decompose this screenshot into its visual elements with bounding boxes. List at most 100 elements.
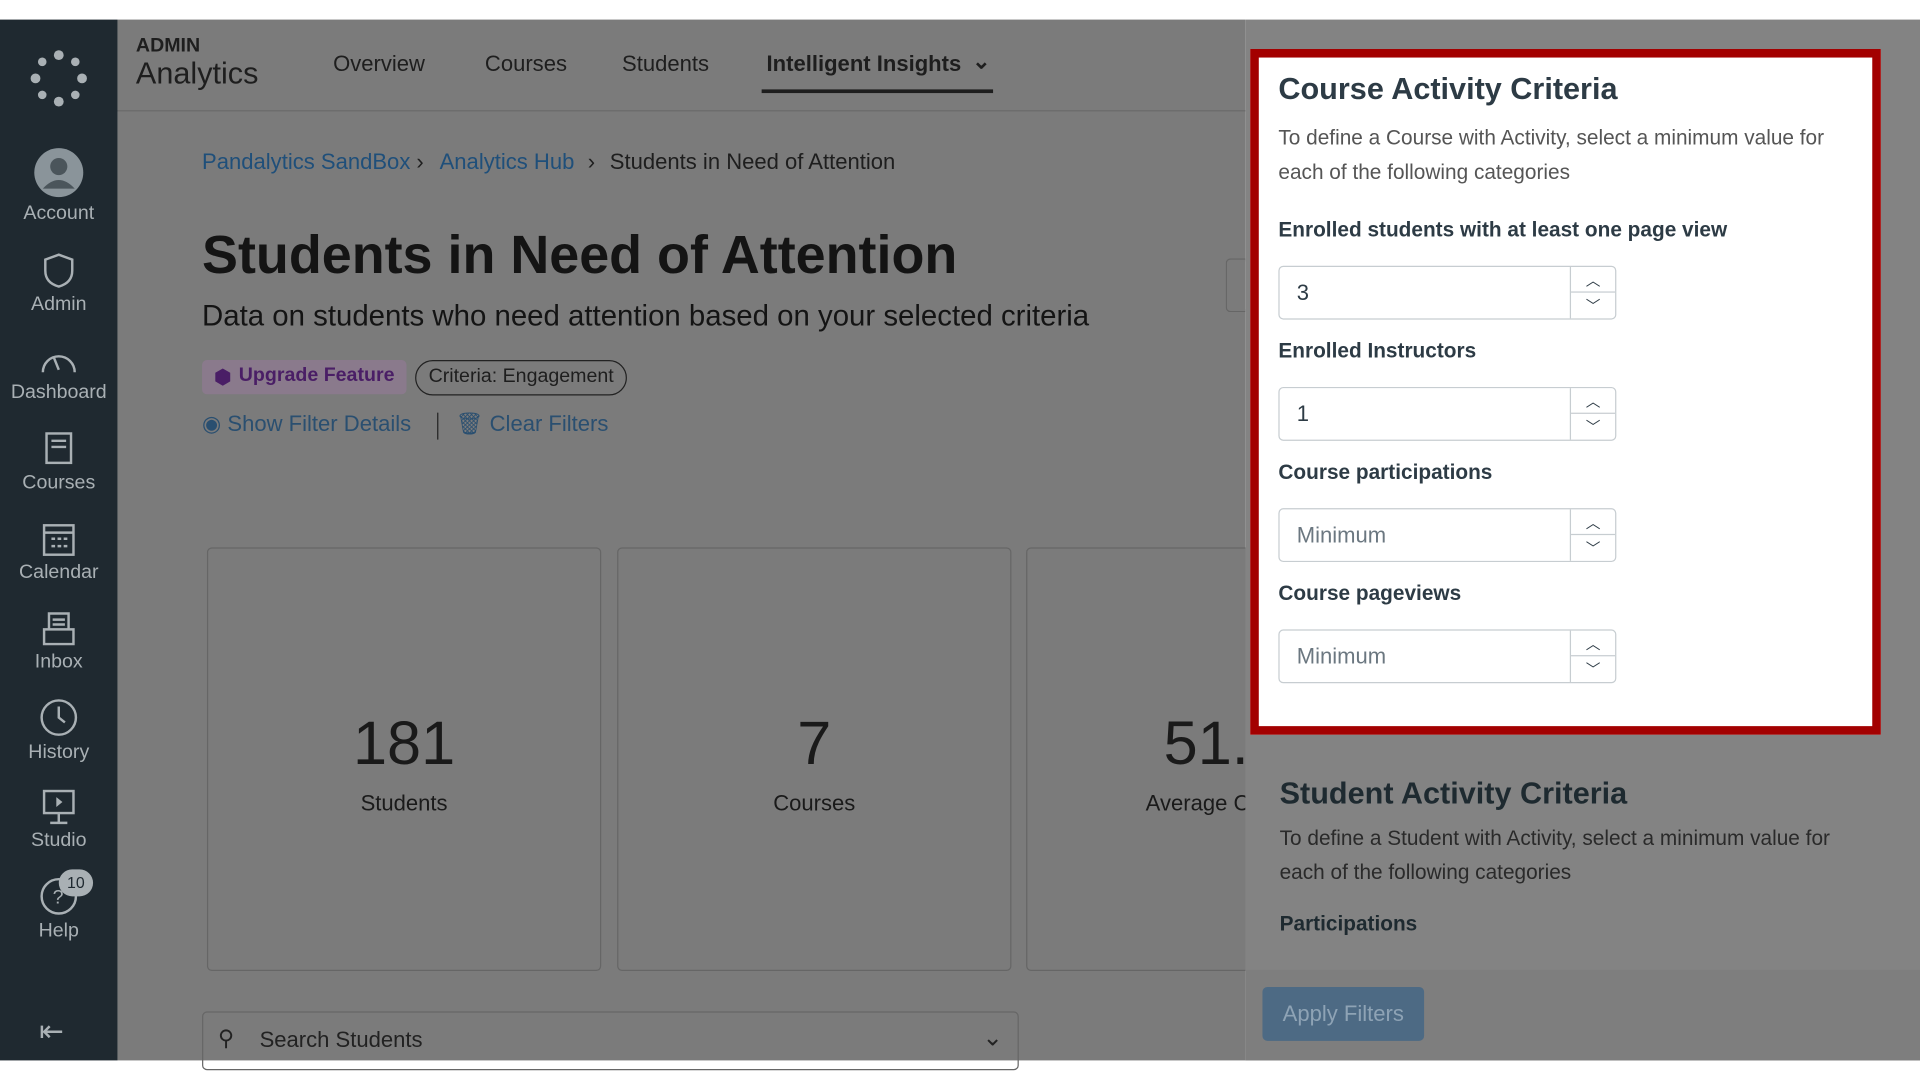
- breadcrumb-separator: ›: [416, 149, 424, 174]
- nav-inbox[interactable]: Inbox: [0, 610, 118, 674]
- inbox-icon: [42, 612, 75, 646]
- course-activity-criteria: Course Activity Criteria To define a Cou…: [1250, 48, 1881, 735]
- clock-icon: [40, 699, 78, 736]
- breadcrumb-separator: ›: [587, 149, 596, 174]
- nav-admin[interactable]: Admin: [0, 252, 118, 316]
- shield-icon: [44, 253, 74, 288]
- section-title: Course Activity Criteria: [1278, 72, 1618, 107]
- nav-label: Calendar: [19, 562, 99, 583]
- main-content: ADMIN Analytics Overview Courses Student…: [117, 19, 1421, 1071]
- eye-icon: ◉: [202, 411, 228, 436]
- show-filter-details-link[interactable]: ◉ Show Filter Details: [202, 411, 411, 437]
- link-label: Show Filter Details: [227, 411, 412, 436]
- criteria-pill[interactable]: Criteria: Engagement: [415, 360, 628, 396]
- nav-studio[interactable]: Studio: [0, 789, 118, 853]
- stat-value: 7: [797, 708, 832, 778]
- badge-label: Upgrade Feature: [238, 364, 395, 386]
- section-title: Student Activity Criteria: [1279, 776, 1628, 811]
- number-input[interactable]: ︿﹀: [1278, 629, 1617, 684]
- global-nav-sidebar: Account Admin Dashboard Courses Calendar…: [0, 19, 118, 1061]
- tab-intelligent-insights[interactable]: Intelligent Insights ⌄: [761, 48, 994, 94]
- canvas-logo-icon[interactable]: [29, 49, 88, 114]
- stepper[interactable]: ︿ ﹀: [1569, 630, 1616, 683]
- search-icon: ⚲: [217, 1026, 235, 1051]
- chevron-down-icon[interactable]: ﹀: [1571, 656, 1615, 682]
- number-field[interactable]: [1279, 266, 1569, 319]
- field-label: Course participations: [1278, 460, 1493, 484]
- search-placeholder: Search Students: [259, 1027, 423, 1052]
- admin-label: ADMIN: [135, 35, 201, 57]
- shield-icon: ⬢: [214, 367, 232, 389]
- nav-label: Help: [38, 920, 79, 942]
- number-field[interactable]: [1279, 509, 1569, 561]
- tab-label: Intelligent Insights: [766, 51, 962, 76]
- stat-value: 181: [353, 708, 456, 778]
- stat-label: Students: [360, 791, 448, 816]
- panel-toggle[interactable]: [1225, 258, 1246, 313]
- field-label: Enrolled Instructors: [1278, 339, 1477, 363]
- avatar-icon: [34, 148, 84, 198]
- stat-label: Courses: [773, 791, 856, 816]
- panel-footer: Apply Filters: [1245, 969, 1920, 1061]
- chevron-down-icon[interactable]: ﹀: [1571, 293, 1615, 319]
- stat-card-students: 181 Students: [206, 547, 602, 972]
- field-label: Enrolled students with at least one page…: [1278, 217, 1728, 242]
- number-field[interactable]: [1279, 630, 1569, 683]
- nav-label: Inbox: [34, 651, 83, 673]
- student-activity-criteria: Student Activity Criteria To define a St…: [1280, 776, 1868, 936]
- nav-account[interactable]: Account: [0, 147, 118, 225]
- help-badge: 10: [58, 869, 94, 897]
- trash-icon: 🗑: [455, 411, 490, 436]
- section-desc: To define a Student with Activity, selec…: [1279, 826, 1830, 885]
- calendar-icon: [42, 524, 75, 556]
- number-field[interactable]: [1279, 388, 1569, 440]
- nav-label: Courses: [22, 472, 96, 494]
- nav-label: Admin: [30, 293, 87, 315]
- section-desc: To define a Course with Activity, select…: [1278, 126, 1825, 184]
- nav-label: Account: [23, 203, 95, 225]
- top-nav: ADMIN Analytics Overview Courses Student…: [117, 20, 1246, 112]
- chevron-down-icon[interactable]: ﹀: [1571, 535, 1615, 561]
- breadcrumb-link[interactable]: Analytics Hub: [440, 149, 575, 175]
- chevron-down-icon[interactable]: ﹀: [1571, 414, 1615, 440]
- clear-filters-link[interactable]: 🗑 Clear Filters: [456, 411, 609, 437]
- nav-history[interactable]: History: [0, 698, 118, 764]
- chevron-up-icon[interactable]: ︿: [1571, 267, 1616, 293]
- link-label: Clear Filters: [489, 411, 609, 436]
- search-students-combobox[interactable]: ⚲ Search Students ⌄: [202, 1011, 1019, 1071]
- tab-students[interactable]: Students: [622, 51, 709, 77]
- field-label: Participations: [1279, 912, 1418, 936]
- stepper[interactable]: ︿ ﹀: [1569, 266, 1616, 319]
- stat-card-courses: 7 Courses: [617, 547, 1012, 972]
- breadcrumb-link[interactable]: Pandalytics SandBox: [202, 149, 410, 175]
- chevron-up-icon[interactable]: ︿: [1571, 388, 1616, 414]
- chevron-up-icon[interactable]: ︿: [1571, 509, 1616, 536]
- chevron-up-icon[interactable]: ︿: [1571, 631, 1616, 657]
- number-input[interactable]: ︿﹀: [1278, 508, 1617, 563]
- number-input[interactable]: ︿﹀: [1278, 265, 1617, 320]
- page-title: Students in Need of Attention: [202, 225, 958, 286]
- nav-label: Dashboard: [10, 382, 107, 403]
- field-label: Course pageviews: [1278, 581, 1462, 605]
- dashboard-icon: [41, 355, 76, 373]
- apply-filters-button[interactable]: Apply Filters: [1262, 986, 1425, 1041]
- upgrade-feature-badge: ⬢ Upgrade Feature: [202, 360, 407, 395]
- tab-overview[interactable]: Overview: [333, 51, 425, 77]
- tab-courses[interactable]: Courses: [485, 51, 567, 77]
- nav-calendar[interactable]: Calendar: [0, 520, 118, 584]
- nav-label: History: [28, 742, 90, 763]
- stepper[interactable]: ︿ ﹀: [1569, 388, 1616, 440]
- nav-dashboard[interactable]: Dashboard: [0, 345, 118, 404]
- number-input[interactable]: ︿﹀: [1278, 386, 1617, 441]
- nav-courses[interactable]: Courses: [0, 431, 118, 495]
- chevron-down-icon: ⌄: [982, 1024, 1003, 1052]
- app-title: Analytics: [135, 56, 259, 91]
- page-subtitle: Data on students who need attention base…: [202, 300, 1090, 334]
- nav-help[interactable]: ? Help 10: [0, 869, 118, 943]
- stepper[interactable]: ︿ ﹀: [1569, 509, 1616, 561]
- chevron-down-icon: ⌄: [972, 48, 991, 74]
- book-icon: [45, 432, 73, 465]
- collapse-nav-icon[interactable]: ⇤: [39, 1014, 64, 1050]
- breadcrumb-current: Students in Need of Attention: [609, 149, 896, 174]
- nav-label: Studio: [30, 830, 87, 852]
